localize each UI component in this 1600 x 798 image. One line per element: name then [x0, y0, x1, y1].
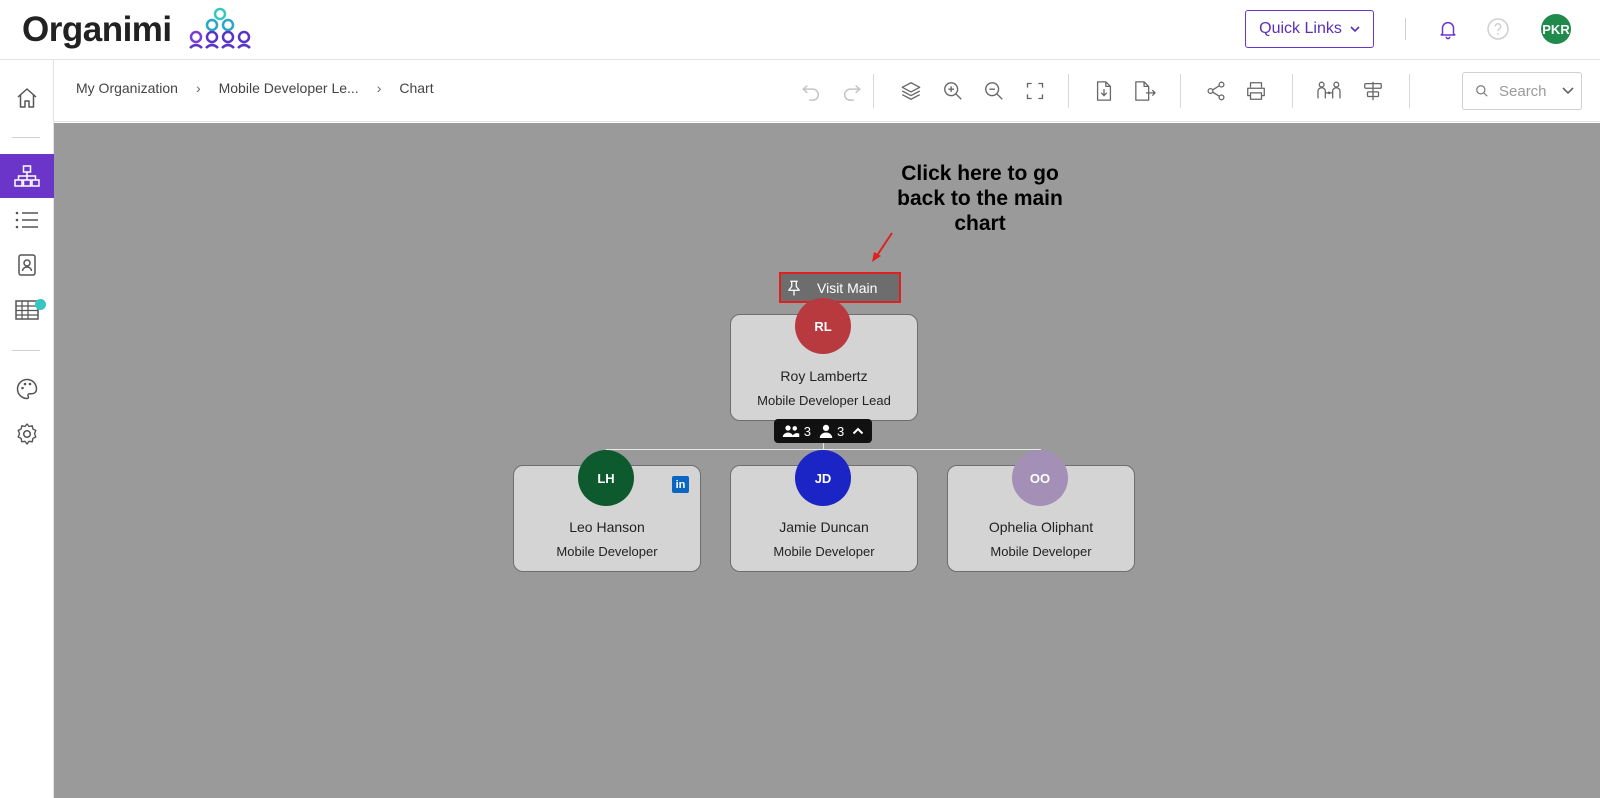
- team-count-toggle[interactable]: 3 3: [774, 419, 872, 443]
- notification-dot: [35, 299, 46, 310]
- sidebar-item-chart[interactable]: [0, 154, 54, 198]
- undo-icon: [802, 84, 819, 101]
- list-icon: [15, 211, 38, 229]
- chevron-down-icon: [1350, 26, 1360, 33]
- person-role: Mobile Developer: [773, 544, 875, 559]
- chevron-right-icon: ›: [195, 80, 201, 96]
- sidebar-item-list[interactable]: [0, 198, 54, 242]
- people-connect-icon: [1317, 81, 1341, 99]
- zoom-out-icon: [985, 82, 1003, 100]
- settings-icon: [17, 423, 37, 445]
- person-name: Roy Lambertz: [780, 368, 868, 384]
- pin-icon: [785, 279, 803, 297]
- share-icon: [1207, 81, 1225, 101]
- user-initials: PKR: [1542, 21, 1570, 37]
- breadcrumb-item[interactable]: Mobile Developer Le...: [219, 80, 359, 96]
- logo-mark-icon: [188, 7, 251, 49]
- chevron-right-icon: ›: [376, 80, 382, 96]
- sidebar-item-directory[interactable]: [0, 243, 54, 287]
- person-name: Jamie Duncan: [779, 519, 869, 535]
- top-header: Organimi Quick Links PKR: [0, 0, 1600, 60]
- avatar-initials: LH: [597, 470, 615, 486]
- quick-links-button[interactable]: Quick Links: [1245, 10, 1374, 48]
- layers-icon: [901, 82, 921, 100]
- quick-links-label: Quick Links: [1259, 20, 1342, 37]
- caret-down-icon: [1562, 87, 1574, 95]
- chart-canvas[interactable]: Click here to go back to the main chart …: [54, 123, 1600, 798]
- annotation-arrow-icon: [872, 232, 893, 262]
- sidebar-item-home[interactable]: [0, 76, 54, 120]
- chart-toolbar: My Organization › Mobile Developer Le...…: [54, 60, 1600, 122]
- breadcrumb-item-current: Chart: [399, 80, 434, 96]
- sidebar-item-settings[interactable]: [0, 412, 54, 456]
- avatar[interactable]: OO: [1012, 450, 1068, 506]
- search-icon: [1476, 85, 1488, 97]
- org-chart-icon: [14, 165, 40, 187]
- visit-main-label: Visit Main: [817, 279, 878, 296]
- import-icon: [1096, 81, 1112, 101]
- fit-screen-button[interactable]: [1021, 77, 1049, 105]
- breadcrumb: My Organization › Mobile Developer Le...…: [76, 80, 434, 96]
- team-count: 3: [803, 423, 811, 439]
- person-role: Mobile Developer: [990, 544, 1092, 559]
- zoom-in-icon: [944, 82, 962, 100]
- undo-button[interactable]: [797, 77, 825, 105]
- person-name: Leo Hanson: [569, 519, 645, 535]
- linkedin-icon[interactable]: in: [672, 476, 689, 493]
- print-button[interactable]: [1242, 77, 1270, 105]
- export-button[interactable]: [1131, 77, 1159, 105]
- redo-icon: [844, 84, 861, 101]
- logo-text: Organimi: [22, 10, 172, 49]
- chevron-up-icon: [853, 427, 864, 435]
- visit-main-button[interactable]: Visit Main: [779, 272, 901, 303]
- breadcrumb-item[interactable]: My Organization: [76, 80, 178, 96]
- home-icon: [17, 88, 37, 108]
- organimi-logo[interactable]: Organimi: [22, 4, 254, 56]
- user-avatar[interactable]: PKR: [1541, 14, 1571, 44]
- person-role: Mobile Developer: [556, 544, 658, 559]
- search-placeholder: Search: [1499, 82, 1547, 100]
- divider: [1405, 18, 1406, 40]
- avatar-initials: RL: [814, 318, 832, 334]
- toolbar-divider: [873, 74, 874, 108]
- print-icon: [1247, 82, 1265, 100]
- toolbar-divider: [1068, 74, 1069, 108]
- group-icon: [782, 425, 800, 437]
- zoom-in-button[interactable]: [939, 77, 967, 105]
- avatar-initials: JD: [814, 470, 832, 486]
- notifications-bell-icon[interactable]: [1434, 15, 1462, 43]
- sidebar-item-theme[interactable]: [0, 367, 54, 411]
- align-button[interactable]: [1359, 77, 1387, 105]
- export-icon: [1135, 81, 1156, 101]
- person-name: Ophelia Oliphant: [988, 519, 1094, 535]
- avatar[interactable]: RL: [795, 298, 851, 354]
- import-button[interactable]: [1090, 77, 1118, 105]
- person-role: Mobile Developer Lead: [757, 393, 891, 408]
- fit-screen-icon: [1026, 82, 1044, 100]
- left-sidebar: [0, 60, 54, 798]
- sidebar-divider: [12, 137, 40, 138]
- people-connect-button[interactable]: [1315, 77, 1343, 105]
- sidebar-divider: [12, 350, 40, 351]
- toolbar-divider: [1180, 74, 1181, 108]
- share-button[interactable]: [1202, 77, 1230, 105]
- toolbar-divider: [1409, 74, 1410, 108]
- avatar[interactable]: JD: [795, 450, 851, 506]
- redo-button[interactable]: [838, 77, 866, 105]
- layers-button[interactable]: [897, 77, 925, 105]
- sidebar-item-table[interactable]: [0, 288, 54, 332]
- toolbar-divider: [1292, 74, 1293, 108]
- direct-count: 3: [837, 423, 845, 439]
- search-dropdown-toggle[interactable]: [1555, 73, 1581, 109]
- avatar-initials: OO: [1029, 470, 1051, 486]
- align-icon: [1364, 81, 1382, 101]
- avatar[interactable]: LH: [578, 450, 634, 506]
- person-icon: [819, 424, 833, 438]
- annotation-text: Click here to go back to the main chart: [897, 162, 1063, 235]
- zoom-out-button[interactable]: [980, 77, 1008, 105]
- help-icon[interactable]: [1484, 15, 1512, 43]
- palette-icon: [16, 378, 38, 400]
- search-input[interactable]: Search: [1462, 72, 1582, 110]
- directory-icon: [18, 254, 36, 276]
